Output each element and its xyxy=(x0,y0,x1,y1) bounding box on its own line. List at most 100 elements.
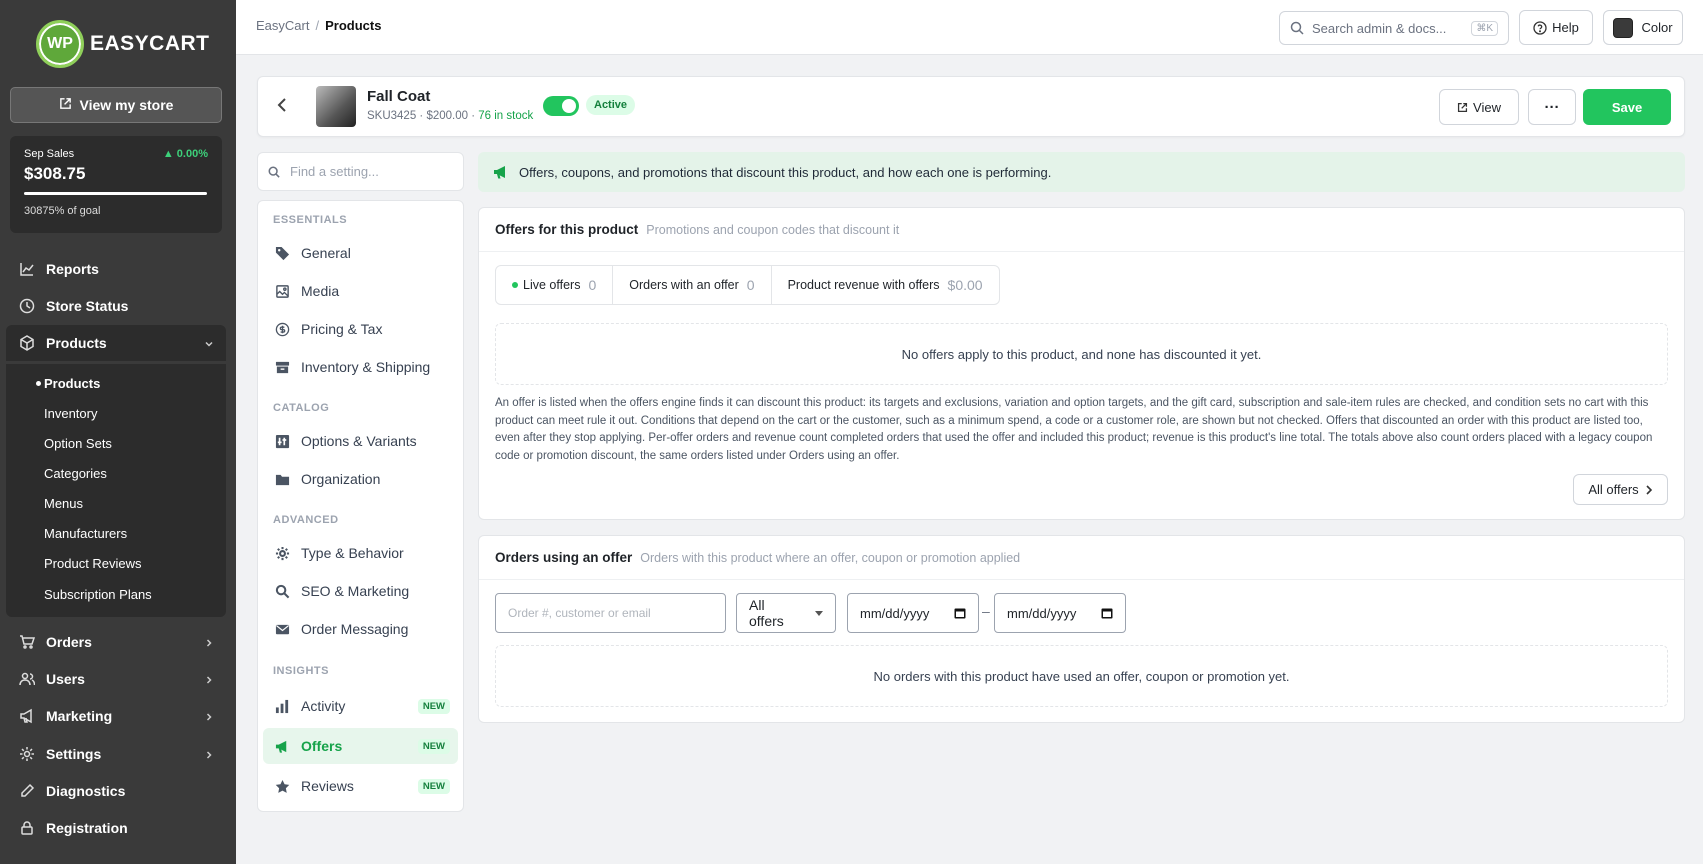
sub-menus[interactable]: Menus xyxy=(44,496,83,511)
help-button[interactable]: Help xyxy=(1519,10,1593,45)
new-badge: NEW xyxy=(417,779,450,794)
breadcrumb-separator: / xyxy=(315,18,320,33)
setting-label: Pricing & Tax xyxy=(301,321,383,337)
chevron-right-icon xyxy=(204,635,214,651)
setting-inventory-shipping[interactable]: Inventory & Shipping xyxy=(263,349,458,385)
group-insights: INSIGHTS xyxy=(273,665,329,677)
sub-products[interactable]: Products xyxy=(44,376,100,391)
setting-label: Order Messaging xyxy=(301,621,409,637)
group-advanced: ADVANCED xyxy=(273,514,339,526)
setting-activity[interactable]: Activity NEW xyxy=(263,688,458,724)
offer-filter-value: All offers xyxy=(749,597,784,629)
bar-chart-icon xyxy=(273,699,291,714)
nav-reports[interactable]: Reports xyxy=(6,251,226,287)
setting-label: SEO & Marketing xyxy=(301,583,410,599)
current-dot xyxy=(36,381,41,386)
setting-pricing-tax[interactable]: Pricing & Tax xyxy=(263,311,458,347)
setting-type-behavior[interactable]: Type & Behavior xyxy=(263,535,458,571)
orders-section: Orders using an offer Orders with this p… xyxy=(478,535,1685,723)
gear-icon xyxy=(18,745,36,763)
topbar: EasyCart / Products Search admin & docs...… xyxy=(236,0,1703,55)
nav-orders[interactable]: Orders xyxy=(6,624,226,660)
gear-icon xyxy=(273,546,291,561)
setting-options-variants[interactable]: Options & Variants xyxy=(263,423,458,459)
order-search-input[interactable] xyxy=(495,593,726,633)
all-offers-button[interactable]: All offers xyxy=(1573,474,1668,505)
save-button[interactable]: Save xyxy=(1583,89,1671,125)
setting-label: Offers xyxy=(301,738,343,754)
search-icon xyxy=(273,584,291,599)
envelope-icon xyxy=(273,622,291,637)
search-placeholder: Search admin & docs... xyxy=(1312,20,1447,36)
admin-search[interactable]: Search admin & docs... ⌘K xyxy=(1279,11,1509,45)
sub-product-reviews[interactable]: Product Reviews xyxy=(44,556,142,571)
nav-store-status[interactable]: Store Status xyxy=(6,288,226,324)
chevron-right-icon xyxy=(1645,484,1653,495)
nav-registration[interactable]: Registration xyxy=(6,810,226,846)
date-to-input[interactable]: mm/dd/yyyy xyxy=(994,593,1126,633)
offer-filter-select[interactable]: All offers xyxy=(736,593,836,633)
offers-section-header: Offers for this product Promotions and c… xyxy=(479,208,1684,252)
color-label: Color xyxy=(1641,20,1673,35)
date-from-input[interactable]: mm/dd/yyyy xyxy=(847,593,979,633)
sub-categories[interactable]: Categories xyxy=(44,466,107,481)
setting-label: Organization xyxy=(301,471,381,487)
find-setting-input[interactable]: Find a setting... xyxy=(257,152,464,191)
help-label: Help xyxy=(1552,20,1579,35)
sub-manufacturers[interactable]: Manufacturers xyxy=(44,526,127,541)
breadcrumb-current: Products xyxy=(325,18,382,33)
color-button[interactable]: Color xyxy=(1603,10,1683,45)
section-subtitle: Promotions and coupon codes that discoun… xyxy=(646,222,900,237)
logo[interactable]: WP EASYCART xyxy=(36,20,210,68)
active-toggle[interactable] xyxy=(543,96,579,116)
back-button[interactable] xyxy=(276,97,288,118)
nav-users[interactable]: Users xyxy=(6,661,226,697)
nav-label: Registration xyxy=(46,820,128,836)
sub-option-sets[interactable]: Option Sets xyxy=(44,436,112,451)
setting-label: Type & Behavior xyxy=(301,545,404,561)
setting-seo-marketing[interactable]: SEO & Marketing xyxy=(263,573,458,609)
setting-organization[interactable]: Organization xyxy=(263,461,458,497)
view-store-label: View my store xyxy=(79,97,174,113)
setting-label: Reviews xyxy=(301,778,354,794)
nav-label: Products xyxy=(46,335,107,351)
nav-settings[interactable]: Settings xyxy=(6,736,226,772)
nav-diagnostics[interactable]: Diagnostics xyxy=(6,773,226,809)
view-button[interactable]: View xyxy=(1439,89,1519,125)
sub-subscription-plans[interactable]: Subscription Plans xyxy=(44,587,152,602)
date-separator: – xyxy=(982,603,990,619)
color-swatch xyxy=(1613,17,1634,38)
search-icon xyxy=(268,166,280,178)
stat-product-revenue: Product revenue with offers $0.00 xyxy=(772,266,999,304)
stat-live-offers: Live offers 0 xyxy=(496,266,614,304)
info-banner: Offers, coupons, and promotions that dis… xyxy=(478,152,1685,192)
setting-reviews[interactable]: Reviews NEW xyxy=(263,768,458,804)
nav-label: Settings xyxy=(46,746,102,762)
status-badge: Active xyxy=(586,95,636,115)
setting-label: Options & Variants xyxy=(301,433,417,449)
breadcrumb-root[interactable]: EasyCart xyxy=(256,18,309,33)
section-title: Offers for this product xyxy=(495,222,639,237)
sub-inventory[interactable]: Inventory xyxy=(44,406,97,421)
setting-media[interactable]: Media xyxy=(263,273,458,309)
nav-marketing[interactable]: Marketing xyxy=(6,698,226,734)
all-offers-label: All offers xyxy=(1588,482,1639,497)
sales-card: Sep Sales ▲ 0.00% $308.75 30875% of goal xyxy=(10,136,222,233)
nav-label: Orders xyxy=(46,634,92,650)
stat-value: $0.00 xyxy=(947,277,983,293)
setting-label: Activity xyxy=(301,698,346,714)
view-store-button[interactable]: View my store xyxy=(10,87,222,123)
sidebar: WP EASYCART View my store Sep Sales ▲ 0.… xyxy=(0,0,236,864)
nav-label: Users xyxy=(46,671,85,687)
setting-offers[interactable]: Offers NEW xyxy=(263,728,458,764)
section-title: Orders using an offer xyxy=(495,550,633,565)
stat-value: 0 xyxy=(746,277,755,293)
chevron-down-icon xyxy=(204,336,214,352)
nav-products[interactable]: Products xyxy=(6,325,226,361)
more-button[interactable]: ··· xyxy=(1528,89,1576,125)
setting-general[interactable]: General xyxy=(263,235,458,271)
sales-goal: 30875% of goal xyxy=(24,205,101,217)
setting-order-messaging[interactable]: Order Messaging xyxy=(263,611,458,647)
users-icon xyxy=(18,670,36,688)
logo-text: EASYCART xyxy=(90,32,210,55)
